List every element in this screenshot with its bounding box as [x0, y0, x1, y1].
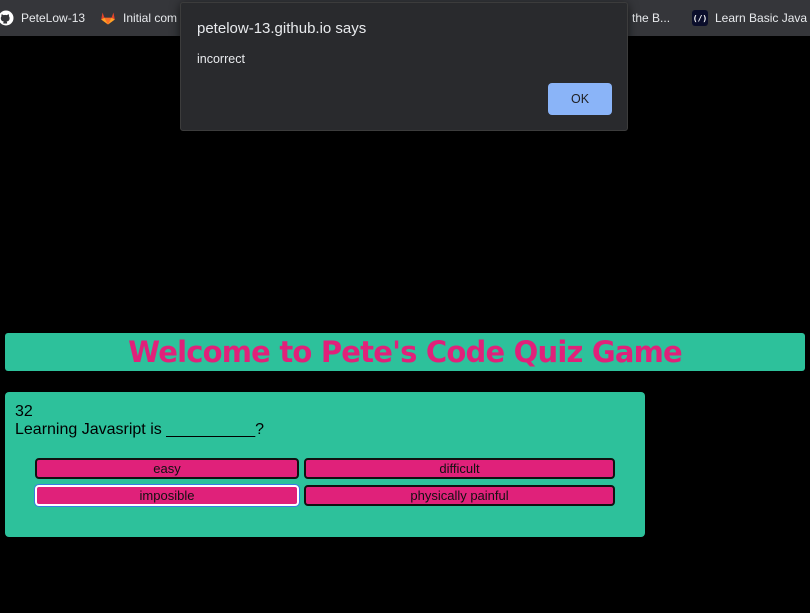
header-banner: Welcome to Pete's Code Quiz Game [5, 333, 805, 371]
alert-message: incorrect [197, 52, 245, 66]
answer-button-imposible[interactable]: imposible [35, 485, 299, 506]
question-text: Learning Javasript is __________? [15, 421, 265, 438]
alert-dialog: petelow-13.github.io says incorrect OK [180, 2, 628, 131]
bookmark-label: Learn Basic Java [715, 11, 808, 25]
bookmark-learn-java[interactable]: (/) Learn Basic Java [692, 0, 807, 36]
answer-button-difficult[interactable]: difficult [304, 458, 615, 479]
timer-value: 32 [15, 403, 33, 420]
quiz-card: 32 Learning Javasript is __________? eas… [5, 392, 645, 537]
page-title: Welcome to Pete's Code Quiz Game [128, 335, 683, 369]
gitlab-icon [100, 10, 116, 26]
github-icon [0, 10, 14, 26]
alert-title: petelow-13.github.io says [197, 20, 367, 37]
codecademy-icon: (/) [692, 10, 708, 26]
bookmark-label: Initial com [123, 11, 178, 25]
bookmark-github[interactable]: PeteLow-13 [0, 0, 85, 36]
bookmark-label: PeteLow-13 [21, 11, 86, 25]
bookmark-partial[interactable]: the B... [632, 0, 670, 36]
answer-button-physically-painful[interactable]: physically painful [304, 485, 615, 506]
bookmark-gitlab[interactable]: Initial com [100, 0, 177, 36]
ok-button[interactable]: OK [548, 83, 612, 115]
bookmark-label: the B... [632, 11, 671, 25]
answer-button-easy[interactable]: easy [35, 458, 299, 479]
